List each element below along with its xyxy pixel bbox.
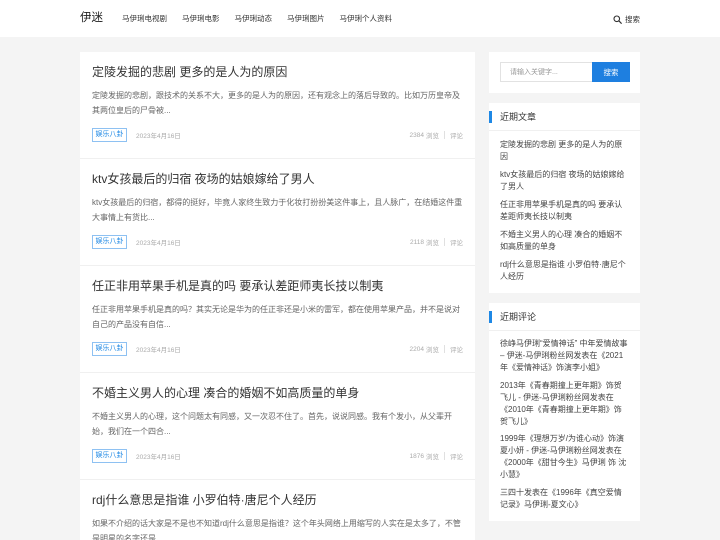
recent-comments-widget: 近期评论 徐峥马伊琍“爱情神话” 中年爱情故事 – 伊迷-马伊琍粉丝网发表在《2… xyxy=(489,303,640,521)
meta-divider xyxy=(444,345,445,353)
post-stats: 2204 浏览 评论 xyxy=(410,344,463,354)
recent-comment-item: 2013年《青春期撞上更年期》饰贺飞儿 - 伊迷-马伊琍粉丝网发表在《2010年… xyxy=(500,380,628,428)
article-excerpt: 定陵发掘的悲剧，跟技术的关系不大，更多的是人为的原因，还有观念上的落后导致的。比… xyxy=(92,91,460,115)
recent-comment-item: 徐峥马伊琍“爱情神话” 中年爱情故事 – 伊迷-马伊琍粉丝网发表在《2021年《… xyxy=(500,338,628,374)
widget-title-text: 近期文章 xyxy=(500,112,537,122)
article-excerpt: 如果不介绍的话大家是不是也不知道rdj什么意思是指谁？这个年头网络上用缩写的人实… xyxy=(92,519,461,540)
search-button[interactable]: 搜索 xyxy=(592,62,630,82)
widget-title: 近期评论 xyxy=(489,303,640,331)
article-meta: 娱乐八卦 2023年4月16日 1876 浏览 评论 xyxy=(92,449,463,463)
post-date: 2023年4月16日 xyxy=(136,347,181,354)
category-tag[interactable]: 娱乐八卦 xyxy=(92,449,127,463)
post-stats: 1876 浏览 评论 xyxy=(410,451,463,461)
comment-post-link[interactable]: 2010年《青春期撞上更年期》饰贺飞儿 xyxy=(500,405,622,426)
article-title[interactable]: ktv女孩最后的归宿 夜场的姑娘嫁给了男人 xyxy=(92,171,463,187)
article-meta: 娱乐八卦 2023年4月16日 2204 浏览 评论 xyxy=(92,342,463,356)
header-search-toggle[interactable]: 搜索 xyxy=(613,0,640,38)
comment-author: 三四十 xyxy=(500,487,524,497)
comments-link[interactable]: 评论 xyxy=(450,344,463,354)
article-card: 定陵发掘的悲剧 更多的是人为的原因 定陵发掘的悲剧，跟技术的关系不大，更多的是人… xyxy=(80,52,475,159)
category-tag[interactable]: 娱乐八卦 xyxy=(92,342,127,356)
recent-posts-widget: 近期文章 定陵发掘的悲剧 更多的是人为的原因 ktv女孩最后的归宿 夜场的姑娘嫁… xyxy=(489,103,640,293)
comment-close-quote: 》 xyxy=(574,499,583,509)
article-excerpt: ktv女孩最后的归宿，都得的挺好，毕竟人家终生致力于化妆打扮扮美这件事上，且人脉… xyxy=(92,198,463,222)
widget-title: 近期文章 xyxy=(489,103,640,131)
meta-divider xyxy=(444,131,445,139)
recent-post-link[interactable]: ktv女孩最后的归宿 夜场的姑娘嫁给了男人 xyxy=(500,170,624,191)
meta-divider xyxy=(444,238,445,246)
view-count: 2118 xyxy=(410,238,424,246)
view-count: 2384 xyxy=(409,131,424,139)
sidebar: 搜索 近期文章 定陵发掘的悲剧 更多的是人为的原因 ktv女孩最后的归宿 夜场的… xyxy=(489,52,640,531)
widget-title-text: 近期评论 xyxy=(500,312,537,322)
article-excerpt: 不婚主义男人的心理，这个问题太有同感，又一次忍不住了。首先，说说同感。我有个发小… xyxy=(92,412,452,436)
views-label: 浏览 xyxy=(426,240,439,247)
article-meta: 娱乐八卦 2023年4月16日 2384 浏览 评论 xyxy=(92,128,463,142)
article-list: 定陵发掘的悲剧 更多的是人为的原因 定陵发掘的悲剧，跟技术的关系不大，更多的是人… xyxy=(80,52,475,540)
recent-post-item: ktv女孩最后的归宿 夜场的姑娘嫁给了男人 xyxy=(500,169,628,193)
nav-item-tv-series[interactable]: 马伊琍电视剧 xyxy=(122,0,167,37)
comments-link[interactable]: 评论 xyxy=(450,451,463,461)
site-header: 伊迷 马伊琍电视剧 马伊琍电影 马伊琍动态 马伊琍图片 马伊琍个人资料 搜索 xyxy=(0,0,720,37)
site-logo[interactable]: 伊迷 xyxy=(80,0,103,37)
article-card: rdj什么意思是指谁 小罗伯特·唐尼个人经历 如果不介绍的话大家是不是也不知道r… xyxy=(80,480,475,540)
post-date: 2023年4月16日 xyxy=(136,454,181,461)
article-meta: 娱乐八卦 2023年4月16日 2118 浏览 评论 xyxy=(92,235,463,249)
meta-divider xyxy=(444,452,445,460)
comment-posted-on: 发表在《 xyxy=(524,487,556,497)
recent-post-item: rdj什么意思是指谁 小罗伯特·唐尼个人经历 xyxy=(500,259,628,283)
search-input[interactable] xyxy=(500,62,592,82)
nav-item-movies[interactable]: 马伊琍电影 xyxy=(182,0,220,37)
article-card: 任正非用苹果手机是真的吗 要承认差距师夷长技以制夷 任正非用苹果手机是真的吗？其… xyxy=(80,266,475,373)
recent-post-link[interactable]: 任正非用苹果手机是真的吗 要承认差距师夷长技以制夷 xyxy=(500,200,622,221)
category-tag[interactable]: 娱乐八卦 xyxy=(92,235,127,249)
header-search-label: 搜索 xyxy=(625,14,640,24)
recent-post-item: 定陵发掘的悲剧 更多的是人为的原因 xyxy=(500,139,628,163)
article-excerpt: 任正非用苹果手机是真的吗？其实无论是华为的任正非还是小米的雷军，都在使用苹果产品… xyxy=(92,305,460,329)
comments-link[interactable]: 评论 xyxy=(450,237,463,247)
comment-posted-on: 发表在《 xyxy=(573,351,606,360)
recent-post-item: 任正非用苹果手机是真的吗 要承认差距师夷长技以制夷 xyxy=(500,199,628,223)
recent-comment-item: 1999年《理想万岁/为谁心动》饰演夏小妍 - 伊迷-马伊琍粉丝网发表在《200… xyxy=(500,433,628,481)
search-widget: 搜索 xyxy=(489,52,640,93)
recent-post-link[interactable]: 不婚主义男人的心理 凑合的婚姻不如高质量的单身 xyxy=(500,230,622,251)
post-date: 2023年4月16日 xyxy=(136,240,181,247)
views-label: 浏览 xyxy=(426,454,439,461)
post-stats: 2384 浏览 评论 xyxy=(410,130,463,140)
comment-close-quote: 》 xyxy=(516,470,524,479)
article-title[interactable]: 定陵发掘的悲剧 更多的是人为的原因 xyxy=(92,64,463,80)
title-accent-bar xyxy=(489,311,492,323)
recent-comments-list: 徐峥马伊琍“爱情神话” 中年爱情故事 – 伊迷-马伊琍粉丝网发表在《2021年《… xyxy=(489,331,640,521)
recent-comment-item: 三四十发表在《1996年《真空爱情记录》马伊琍-夏文心》 xyxy=(500,487,628,511)
recent-post-link[interactable]: rdj什么意思是指谁 小罗伯特·唐尼个人经历 xyxy=(500,260,626,281)
article-title[interactable]: 任正非用苹果手机是真的吗 要承认差距师夷长技以制夷 xyxy=(92,278,463,294)
recent-post-link[interactable]: 定陵发掘的悲剧 更多的是人为的原因 xyxy=(500,140,622,161)
comments-link[interactable]: 评论 xyxy=(450,130,463,140)
comment-close-quote: 》 xyxy=(596,363,604,372)
views-label: 浏览 xyxy=(426,347,439,354)
nav-item-news[interactable]: 马伊琍动态 xyxy=(235,0,273,37)
view-count: 2204 xyxy=(409,345,424,353)
article-title[interactable]: rdj什么意思是指谁 小罗伯特·唐尼个人经历 xyxy=(92,492,463,508)
nav-item-profile[interactable]: 马伊琍个人资料 xyxy=(340,0,393,37)
post-stats: 2118 浏览 评论 xyxy=(410,237,463,247)
article-title[interactable]: 不婚主义男人的心理 凑合的婚姻不如高质量的单身 xyxy=(92,385,463,401)
search-icon xyxy=(613,14,622,24)
comment-close-quote: 》 xyxy=(524,416,532,426)
recent-posts-list: 定陵发掘的悲剧 更多的是人为的原因 ktv女孩最后的归宿 夜场的姑娘嫁给了男人 … xyxy=(489,131,640,293)
views-label: 浏览 xyxy=(426,133,439,140)
nav-item-photos[interactable]: 马伊琍图片 xyxy=(287,0,325,37)
category-tag[interactable]: 娱乐八卦 xyxy=(92,128,127,142)
post-date: 2023年4月16日 xyxy=(136,133,181,140)
main-nav: 马伊琍电视剧 马伊琍电影 马伊琍动态 马伊琍图片 马伊琍个人资料 xyxy=(122,0,407,37)
view-count: 1876 xyxy=(409,452,424,460)
article-card: ktv女孩最后的归宿 夜场的姑娘嫁给了男人 ktv女孩最后的归宿，都得的挺好，毕… xyxy=(80,159,475,266)
recent-post-item: 不婚主义男人的心理 凑合的婚姻不如高质量的单身 xyxy=(500,229,628,253)
title-accent-bar xyxy=(489,111,492,123)
article-card: 不婚主义男人的心理 凑合的婚姻不如高质量的单身 不婚主义男人的心理，这个问题太有… xyxy=(80,373,475,480)
